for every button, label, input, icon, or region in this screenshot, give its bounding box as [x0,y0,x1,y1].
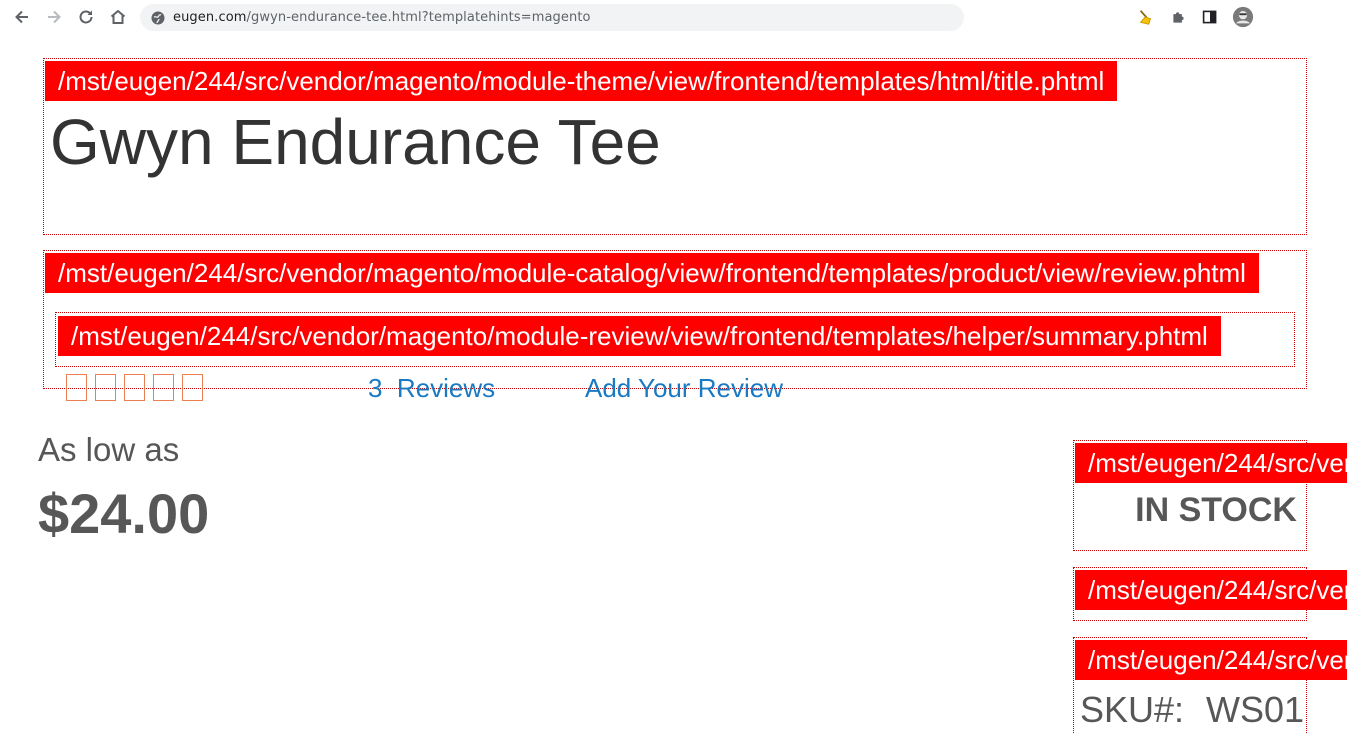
puzzle-extensions-icon[interactable] [1168,7,1188,27]
forward-icon[interactable] [43,6,65,28]
address-bar[interactable]: eugen.com/gwyn-endurance-tee.html?templa… [140,4,964,31]
star-icon [95,374,116,401]
browser-toolbar: eugen.com/gwyn-endurance-tee.html?templa… [0,0,1347,34]
stock-status: In stock [1135,491,1297,529]
star-icon [66,374,87,401]
broom-extension-icon[interactable] [1136,7,1156,27]
review-template-hint: /mst/eugen/244/src/vendor/magento/module… [45,253,1259,293]
product-sku: SKU#: WS01 [1080,689,1304,731]
star-icon [124,374,145,401]
stock-template-hint: /mst/eugen/244/src/vendor/magento/module… [1075,443,1347,483]
page-title: Gwyn Endurance Tee [50,106,661,178]
profile-avatar-icon[interactable] [1231,5,1255,29]
home-icon[interactable] [107,6,129,28]
price-prefix: As low as [38,431,180,468]
reviews-count-link[interactable]: 3 Reviews [368,372,495,404]
title-template-hint: /mst/eugen/244/src/vendor/magento/module… [45,61,1118,101]
sku-template-hint: /mst/eugen/244/src/vendor/magento/module… [1075,640,1347,680]
star-icon [182,374,203,401]
sku-label: SKU#: [1080,689,1185,730]
reload-icon[interactable] [75,6,97,28]
side-panel-icon[interactable] [1200,7,1220,27]
product-price: $24.00 [38,482,210,545]
back-icon[interactable] [11,6,33,28]
site-info-icon[interactable] [151,11,165,25]
summary-template-hint: /mst/eugen/244/src/vendor/magento/module… [58,316,1221,356]
attribute-template-hint: /mst/eugen/244/src/vendor/magento/module… [1075,570,1347,610]
rating-stars [66,374,203,401]
star-icon [153,374,174,401]
url-text: eugen.com/gwyn-endurance-tee.html?templa… [173,10,591,25]
add-review-link[interactable]: Add Your Review [585,372,783,404]
sku-value: WS01 [1206,689,1305,730]
